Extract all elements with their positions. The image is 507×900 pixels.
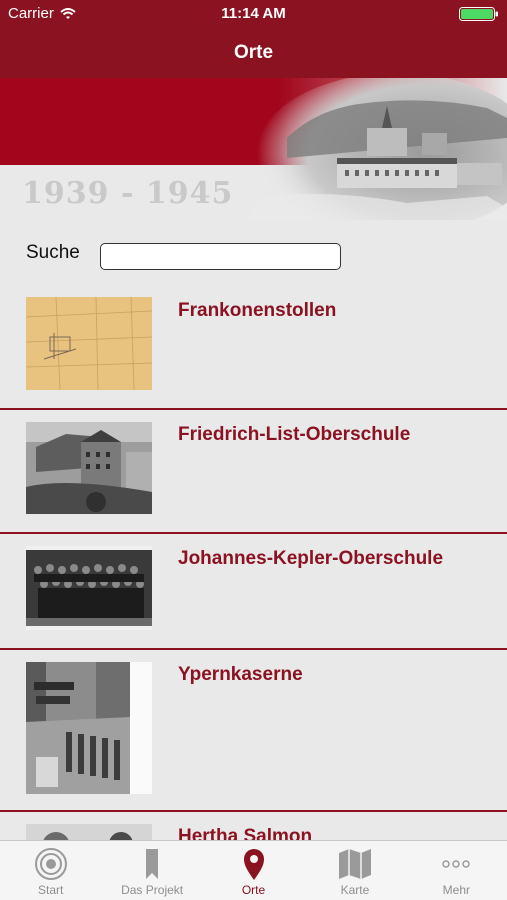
tab-label: Das Projekt [121, 883, 184, 897]
search-input[interactable] [100, 243, 341, 270]
tab-mehr[interactable]: Mehr [406, 841, 507, 900]
page-title: Orte [233, 42, 274, 63]
map-icon [338, 849, 371, 879]
target-icon [34, 848, 67, 880]
battery-icon [459, 7, 498, 21]
list-item[interactable]: Friedrich-List-Oberschule [0, 410, 507, 534]
place-thumbnail [26, 546, 152, 630]
tab-orte[interactable]: Orte [203, 841, 304, 900]
place-thumbnail [26, 422, 152, 514]
search-label: Suche [26, 242, 80, 263]
tab-das-projekt[interactable]: Das Projekt [101, 841, 202, 900]
tab-label: Orte [241, 883, 266, 897]
banner-town-photo [247, 78, 507, 220]
tab-label: Mehr [442, 883, 470, 897]
tab-bar: Start Das Projekt Orte Karte Mehr [0, 840, 507, 900]
map-pin-icon [243, 849, 264, 880]
place-thumbnail [26, 662, 152, 794]
header-banner: 1939 - 1945 [0, 78, 507, 220]
bookmark-icon [146, 849, 159, 879]
place-name: Frankonenstollen [178, 300, 337, 321]
place-name: Ypernkaserne [178, 664, 303, 685]
tab-label: Start [38, 883, 64, 897]
tab-start[interactable]: Start [0, 841, 101, 900]
status-time: 11:14 AM [221, 5, 286, 22]
list-item[interactable]: Frankonenstollen [0, 286, 507, 410]
status-bar: Carrier 11:14 AM [0, 0, 507, 28]
tab-karte[interactable]: Karte [304, 841, 405, 900]
list-item[interactable]: Ypernkaserne [0, 650, 507, 812]
navigation-bar: Orte [0, 28, 507, 78]
list-item[interactable]: Johannes-Kepler-Oberschule [0, 534, 507, 650]
place-name: Johannes-Kepler-Oberschule [178, 548, 444, 569]
more-icon [442, 860, 471, 868]
tab-label: Karte [340, 883, 370, 897]
banner-years: 1939 - 1945 [22, 176, 234, 211]
place-thumbnail [26, 297, 152, 390]
place-name: Friedrich-List-Oberschule [178, 424, 411, 445]
